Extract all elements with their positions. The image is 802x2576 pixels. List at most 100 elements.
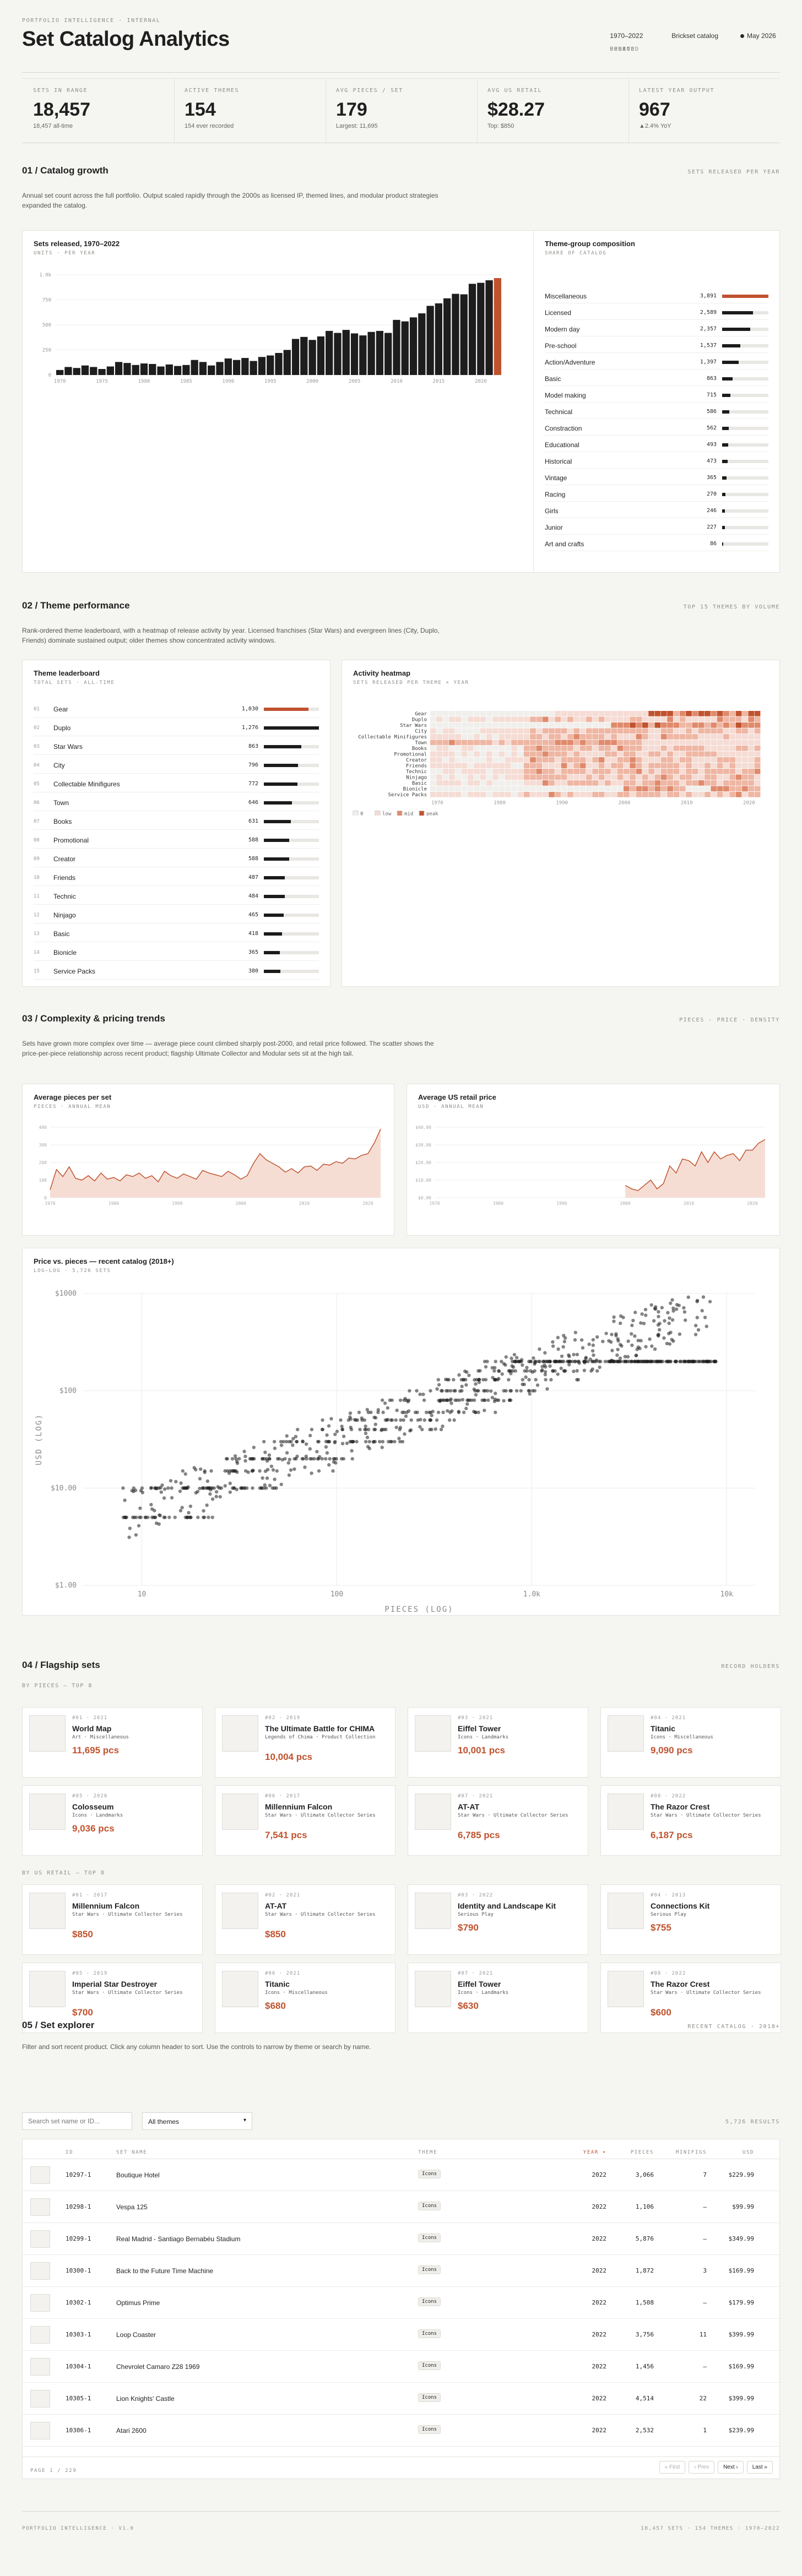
theme-row[interactable]: 06 Town 646 xyxy=(34,795,319,811)
search-input[interactable] xyxy=(22,2112,132,2130)
theme-row[interactable]: 09 Creator 588 xyxy=(34,851,319,867)
heatmap-cell xyxy=(648,722,654,728)
col-theme[interactable]: THEME xyxy=(418,2150,437,2155)
theme-row[interactable]: 04 City 796 xyxy=(34,757,319,774)
theme-row[interactable]: 10 Friends 487 xyxy=(34,869,319,886)
heatmap-cell xyxy=(523,751,530,757)
theme-row[interactable]: 12 Ninjago 465 xyxy=(34,907,319,923)
col-usd[interactable]: USD xyxy=(743,2150,754,2155)
scatter-point xyxy=(491,1376,495,1379)
theme-row[interactable]: 13 Basic 418 xyxy=(34,926,319,942)
heatmap-cell xyxy=(442,786,449,792)
scatter-point xyxy=(575,1378,579,1382)
heatmap-cell xyxy=(729,757,736,763)
theme-row[interactable]: 01 Gear 1,030 xyxy=(34,701,319,718)
table-row[interactable]: 10302-1 Optimus Prime Icons 2022 1,508— $179.… xyxy=(23,2287,779,2319)
scatter-point xyxy=(289,1468,293,1472)
col-pieces[interactable]: PIECES xyxy=(631,2150,654,2155)
set-id: 10300-1 xyxy=(66,2267,91,2274)
section-title: 02 / Theme performance xyxy=(22,600,130,611)
flagship-rank: #03 · 2022 xyxy=(458,1893,494,1898)
scatter-point xyxy=(705,1324,708,1328)
flagship-card[interactable]: #04 · 2013 Connections Kit Serious Play $75… xyxy=(600,1884,781,1955)
col-minifigs[interactable]: MINIFIGS xyxy=(676,2150,707,2155)
heatmap-cell xyxy=(598,728,605,734)
heatmap-cell xyxy=(448,751,455,757)
last-page-button[interactable]: Last » xyxy=(746,2461,773,2474)
flagship-card[interactable]: #05 · 2020 Colosseum Icons · Landmarks 9,03… xyxy=(22,1785,203,1856)
heatmap-cell xyxy=(748,780,755,786)
theme-group-name: Model making xyxy=(545,391,586,399)
heatmap-cell xyxy=(549,728,555,734)
table-row[interactable]: 10305-1 Lion Knights' Castle Icons 2022 4,51… xyxy=(23,2383,779,2415)
theme-row[interactable]: 03 Star Wars 863 xyxy=(34,738,319,755)
theme-tag: Icons xyxy=(418,2265,441,2274)
heatmap-cell xyxy=(480,780,486,786)
theme-row[interactable]: 02 Duplo 1,276 xyxy=(34,720,319,736)
scatter-point xyxy=(465,1402,469,1406)
scatter-point xyxy=(658,1322,662,1325)
flagship-card[interactable]: #02 · 2019 The Ultimate Battle for CHIMA L… xyxy=(215,1707,395,1778)
scatter-point xyxy=(452,1378,456,1382)
theme-group-name: Educational xyxy=(545,441,579,449)
heatmap-cell xyxy=(561,751,567,757)
heatmap-cell xyxy=(630,780,636,786)
heatmap-cell xyxy=(461,740,468,746)
table-row[interactable]: 10306-1 Atari 2600 Icons 2022 2,532 1 $239.99 xyxy=(23,2415,779,2447)
table-row[interactable]: 10299-1 Real Madrid - Santiago Bernabéu S… xyxy=(23,2223,779,2255)
flagship-card[interactable]: #03 · 2021 Eiffel Tower Icons · Landmarks 1… xyxy=(408,1707,588,1778)
col-name[interactable]: SET NAME xyxy=(116,2150,147,2155)
scatter-point xyxy=(159,1490,163,1494)
scatter-point xyxy=(483,1409,486,1412)
theme-row[interactable]: 11 Technic 484 xyxy=(34,888,319,905)
heatmap-cell xyxy=(717,774,723,780)
theme-row[interactable]: 05 Collectable Minifigures 772 xyxy=(34,776,319,792)
flagship-card[interactable]: #07 · 2021 AT-AT Star Wars · Ultimate Coll… xyxy=(408,1785,588,1856)
heatmap-cell xyxy=(486,746,492,751)
table-row[interactable]: 10297-1 Boutique Hotel Icons 2022 3,066 7 $229… xyxy=(23,2159,779,2191)
table-row[interactable]: 10303-1 Loop Coaster Icons 2022 3,756 11 $399.… xyxy=(23,2319,779,2351)
scatter-point xyxy=(660,1306,664,1309)
scatter-point xyxy=(429,1389,432,1393)
flagship-card[interactable]: #01 · 2021 World Map Art · Miscellaneous 11… xyxy=(22,1707,203,1778)
x-tick-label: 2020 xyxy=(475,379,487,384)
heatmap-cell xyxy=(480,792,486,797)
heatmap-cell xyxy=(711,728,717,734)
heatmap-cell xyxy=(717,757,723,763)
col-year[interactable]: YEAR ▾ xyxy=(583,2150,606,2155)
theme-row[interactable]: 08 Promotional 588 xyxy=(34,832,319,849)
scatter-point xyxy=(486,1398,490,1402)
theme-bar-fill xyxy=(264,744,301,748)
theme-row[interactable]: 14 Bionicle 365 xyxy=(34,944,319,961)
flagship-card[interactable]: #04 · 2021 Titanic Icons · Miscellaneous 9,… xyxy=(600,1707,781,1778)
heatmap-cell xyxy=(561,734,567,740)
scatter-point xyxy=(556,1347,560,1351)
theme-filter-select[interactable]: All themes ▾ xyxy=(142,2112,252,2130)
flagship-card[interactable]: #03 · 2022 Identity and Landscape Kit Seri… xyxy=(408,1884,588,1955)
heatmap-cell xyxy=(536,786,543,792)
heatmap-cell xyxy=(549,716,555,722)
next-page-button[interactable]: Next › xyxy=(718,2461,744,2474)
scatter-point xyxy=(519,1389,523,1393)
prev-page-button[interactable]: ‹ Prev xyxy=(689,2461,715,2474)
scatter-point xyxy=(333,1432,337,1436)
flagship-card[interactable]: #02 · 2021 AT-AT Star Wars · Ultimate Coll… xyxy=(215,1884,395,1955)
flagship-card[interactable]: #06 · 2017 Millennium Falcon Star Wars · U… xyxy=(215,1785,395,1856)
flagship-card[interactable]: #08 · 2022 The Razor Crest Star Wars · Ult… xyxy=(600,1785,781,1856)
theme-row[interactable]: 07 Books 631 xyxy=(34,813,319,830)
table-row[interactable]: 10304-1 Chevrolet Camaro Z28 1969 Icons 202… xyxy=(23,2351,779,2383)
col-id[interactable]: ID xyxy=(66,2150,73,2155)
scatter-point xyxy=(450,1409,454,1413)
heatmap-cell xyxy=(536,716,543,722)
theme-row[interactable]: 15 Service Packs 380 xyxy=(34,963,319,980)
table-row[interactable]: 10300-1 Back to the Future Time Machine Ic… xyxy=(23,2255,779,2287)
heatmap-cell xyxy=(536,763,543,769)
flagship-card[interactable]: #01 · 2017 Millennium Falcon Star Wars · U… xyxy=(22,1884,203,1955)
table-row[interactable]: 10298-1 Vespa 125 Icons 2022 1,106— $99.99 xyxy=(23,2191,779,2223)
set-name: Loop Coaster xyxy=(116,2331,156,2339)
heatmap-cell xyxy=(448,716,455,722)
scatter-point xyxy=(376,1408,380,1412)
flagship-rank: #08 · 2022 xyxy=(651,1794,686,1799)
first-page-button[interactable]: « First xyxy=(659,2461,686,2474)
heatmap-cell xyxy=(754,746,761,751)
